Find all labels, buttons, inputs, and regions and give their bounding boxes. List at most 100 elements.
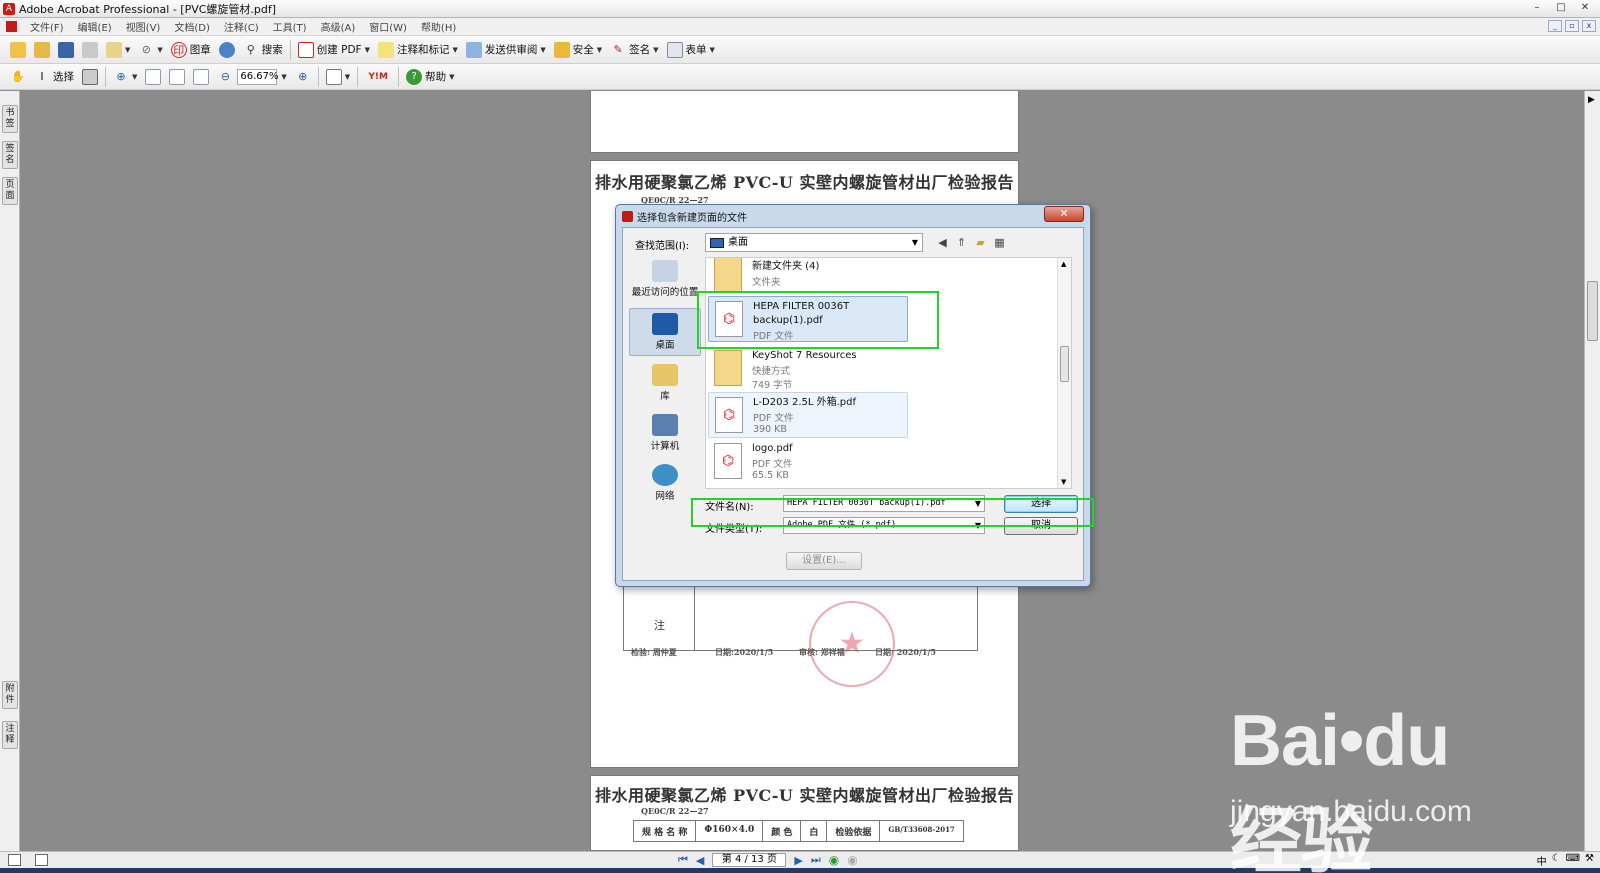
watermark-logo: Bai•du 经验 [1230,701,1450,873]
create-pdf-button[interactable]: 创建 PDF ▼ [294,39,374,61]
place-desktop[interactable]: 桌面 [629,308,701,356]
security-button[interactable]: 安全 ▼ [550,39,606,61]
attach-button[interactable]: ⊘ ▼ [134,39,166,61]
tab-bookmarks[interactable]: 书签 [2,105,18,133]
tab-attachments[interactable]: 附件 [2,681,18,709]
menu-window[interactable]: 窗口(W) [362,19,414,34]
menu-comments[interactable]: 注释(C) [217,19,266,34]
file-list-scroll-thumb[interactable] [1060,346,1069,382]
note-box: 注 [623,586,978,651]
place-computer[interactable]: 计算机 [629,414,701,452]
next-page-icon[interactable]: ▶ [794,854,802,867]
back-icon[interactable]: ◀ [935,235,950,250]
scroll-right-arrow-icon[interactable]: ▶ [1588,95,1595,105]
file-size: 65.5 KB [752,470,789,481]
file-type: PDF 文件 [752,459,793,470]
sign-button[interactable]: ✎ 签名 ▼ [606,39,662,61]
comment-markup-button[interactable]: 注释和标记 ▼ [374,39,462,61]
dialog-nav-toolbar: ◀ ⇑ ▰ ▦ [935,235,1007,250]
tab-signatures[interactable]: 签名 [2,141,18,169]
forms-button[interactable]: 表单 ▼ [663,39,719,61]
page-number-input[interactable]: 第 4 / 13 页 [712,853,787,867]
list-item[interactable]: KeyShot 7 Resources 快捷方式 749 字节 [708,346,908,392]
email-button[interactable]: ▼ [102,39,134,61]
file-type: 文件夹 [752,277,781,288]
close-button[interactable]: ✕ [1574,1,1596,16]
stamp-button[interactable]: 印图章 [167,39,215,61]
list-item[interactable]: ⌬ L-D203 2.5L 外箱.pdf PDF 文件 390 KB [708,392,908,438]
tab-pages[interactable]: 页面 [2,177,18,205]
doc-close-button[interactable]: x [1582,20,1596,32]
place-libraries[interactable]: 库 [629,364,701,402]
menu-view[interactable]: 视图(V) [119,19,168,34]
keyboard-icon[interactable]: ⌨ [1566,853,1580,868]
baidu-watermark: Bai•du 经验 jingyan.baidu.com [1230,700,1520,873]
tab-comments[interactable]: 注释 [2,721,18,749]
maximize-button[interactable]: □ [1550,1,1572,16]
last-page-icon[interactable]: ⏭ [811,853,821,867]
scrollbar-thumb[interactable] [1587,281,1598,341]
menu-help[interactable]: 帮助(H) [414,19,463,34]
fit-width-button[interactable] [189,66,213,88]
zoom-dropdown[interactable]: ▼ [277,66,290,88]
zoom-level-input[interactable]: 66.67% [237,68,279,85]
lookin-dropdown[interactable]: 桌面 ▼ [705,233,923,252]
actual-size-button[interactable] [141,66,165,88]
open-button[interactable] [6,39,30,61]
youdao-button[interactable]: Y!M [361,66,395,88]
view-menu-icon[interactable]: ▦ [992,235,1007,250]
scroll-down-icon[interactable]: ▼ [1061,478,1066,486]
view-toolbar: ✋ I 选择 ⊕ ▼ ⊖ 66.67% ▼ ⊕ ▼ Y!M ? 帮助 ▼ [0,64,1600,90]
menu-advanced[interactable]: 高级(A) [314,19,363,34]
previous-view-icon[interactable]: ◉ [829,853,839,867]
page-layout-icon[interactable] [8,854,21,866]
help-icon: ? [406,68,423,85]
menu-tools[interactable]: 工具(T) [266,19,314,34]
rotate-button[interactable]: ▼ [322,66,354,88]
print-button[interactable] [78,39,102,61]
save-button[interactable] [54,39,78,61]
place-recent[interactable]: 最近访问的位置 [629,260,701,298]
select-tool-button[interactable]: I 选择 [30,66,78,88]
zoom-in-button[interactable]: ⊕ [291,66,315,88]
hand-tool-button[interactable]: ✋ [6,66,30,88]
inspect-date-text: 日期:2020/1/5 [715,647,774,657]
single-page-icon[interactable] [35,854,48,866]
scroll-up-icon[interactable]: ▲ [1061,260,1066,268]
snapshot-button[interactable] [78,66,102,88]
inspector-text: 检验: 周仲夏 [631,647,677,657]
minimize-button[interactable]: – [1526,1,1548,16]
search-button[interactable]: ⚲ 搜索 [239,39,287,61]
doc-minimize-button[interactable]: _ [1548,20,1562,32]
web-search-button[interactable] [215,39,239,61]
previous-page-icon[interactable]: ◀ [696,854,704,867]
menu-edit[interactable]: 编辑(E) [71,19,119,34]
file-type: 快捷方式 [752,366,791,377]
send-review-label: 发送供审阅 [484,44,538,56]
place-network[interactable]: 网络 [629,464,701,502]
new-folder-icon[interactable]: ▰ [973,235,988,250]
up-folder-icon[interactable]: ⇑ [954,235,969,250]
menu-file[interactable]: 文件(F) [23,19,71,34]
file-list-scrollbar[interactable]: ▲ ▼ [1057,258,1071,488]
zoom-tool-button[interactable]: ⊕ ▼ [109,66,141,88]
document-scrollbar[interactable]: ▶ [1584,91,1600,851]
settings-button[interactable]: 设置(E)... [786,552,862,570]
doc-restore-button[interactable]: ▫ [1565,20,1579,32]
document-icon[interactable] [6,21,17,32]
fit-page-button[interactable] [165,66,189,88]
send-review-button[interactable]: 发送供审阅 ▼ [462,39,550,61]
help-button[interactable]: ? 帮助 ▼ [402,66,458,88]
toolbar-separator [317,66,319,87]
wrench-icon[interactable]: ⚒ [1585,853,1594,868]
place-label: 桌面 [655,340,675,351]
next-view-icon[interactable]: ◉ [847,853,857,867]
organizer-button[interactable] [30,39,54,61]
first-page-icon[interactable]: ⏮ [678,853,688,867]
input-method-icon[interactable]: 中 [1537,853,1547,868]
dialog-close-button[interactable]: ✕ [1044,206,1084,222]
zoom-out-button[interactable]: ⊖ [213,66,237,88]
list-item[interactable]: ⌬ logo.pdf PDF 文件 65.5 KB [708,439,908,485]
paperclip-icon: ⊘ [141,42,151,56]
menu-document[interactable]: 文档(D) [167,19,217,34]
